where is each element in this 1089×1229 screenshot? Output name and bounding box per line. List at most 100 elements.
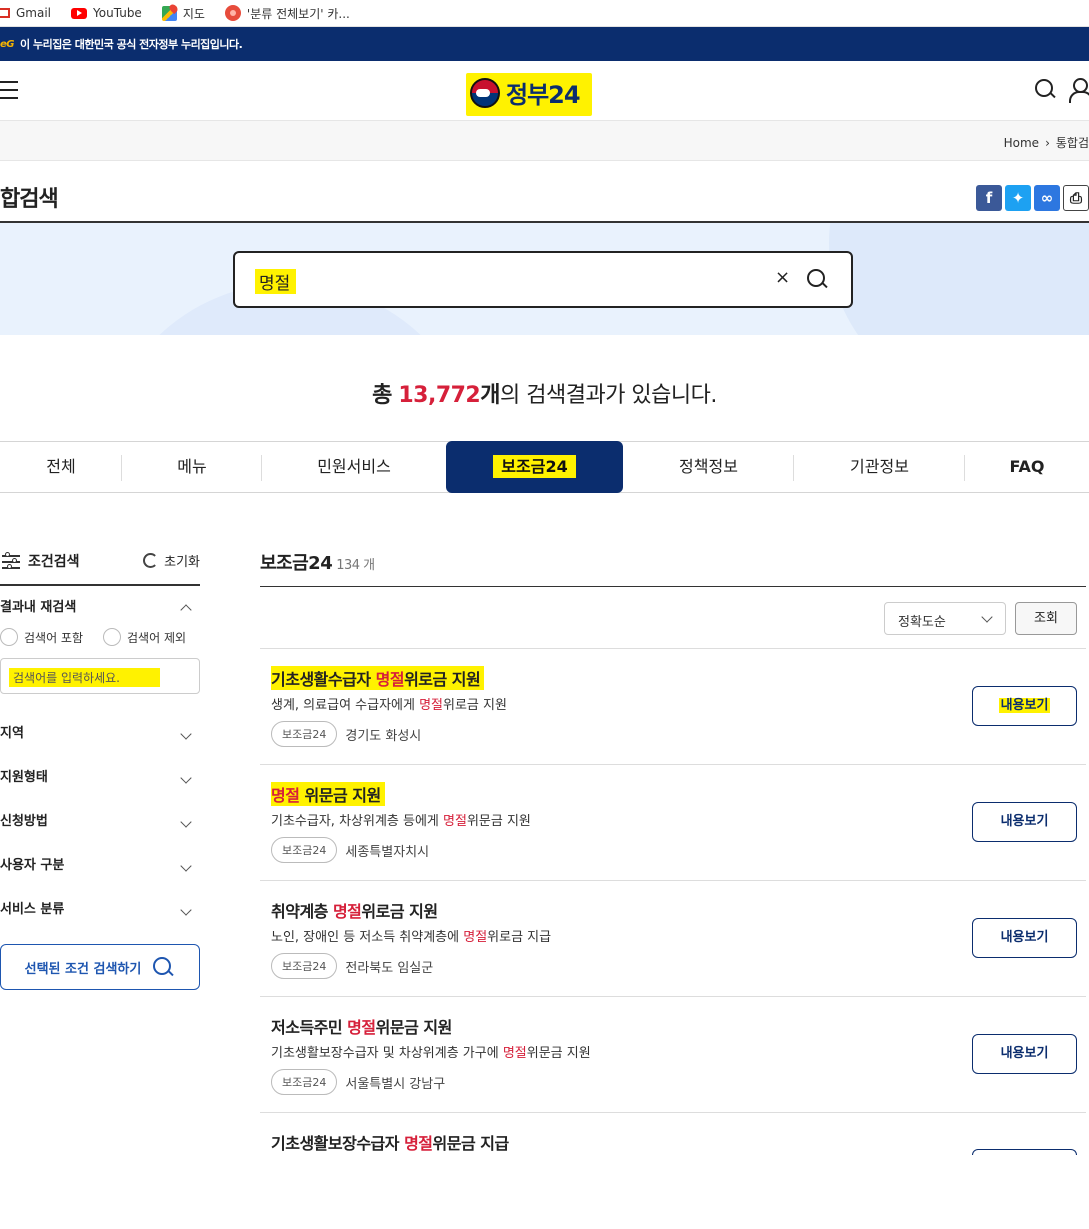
menu-icon[interactable] [0, 81, 18, 99]
region: 전라북도 임실군 [345, 960, 434, 976]
result-title[interactable]: 명절 위문금 지원 [271, 782, 385, 806]
refresh-icon [143, 553, 159, 568]
tab-policy[interactable]: 정책정보 [623, 442, 794, 492]
search-button[interactable]: 조회 [1015, 602, 1077, 635]
tab-faq[interactable]: FAQ [965, 442, 1089, 492]
bookmark-kakao[interactable]: '분류 전체보기' 카... [224, 5, 350, 22]
search-icon[interactable] [1033, 77, 1057, 101]
refine-section: 결과내 재검색 검색어 포함 검색어 제외 검색어를 입력하세요. [0, 586, 200, 694]
search-icon[interactable] [805, 267, 829, 291]
clear-icon[interactable]: × [775, 267, 790, 288]
user-icon[interactable] [1069, 77, 1089, 103]
radio-circle-icon [103, 628, 122, 646]
bookmark-label: Gmail [16, 6, 52, 20]
sort-row: 정확도순 조회 [260, 587, 1086, 649]
apply-filter-button[interactable]: 선택된 조건 검색하기 [0, 944, 200, 990]
category-tag: 보조금24 [271, 1069, 338, 1095]
filter-header: 조건검색 초기화 [0, 520, 200, 586]
share-buttons: f ✦ ∞ ⎙ [976, 185, 1089, 211]
logo-text: 정부24 [506, 81, 581, 109]
result-item: 기초생활수급자 명절위로금 지원 생계, 의료급여 수급자에게 명절위로금 지원… [260, 649, 1086, 765]
filter-support-type[interactable]: 지원형태 [0, 756, 200, 800]
filter-user-type[interactable]: 사용자 구분 [0, 844, 200, 888]
results-panel: 보조금24 134 개 정확도순 조회 기초생활수급자 명절위로금 지원 생계, … [260, 520, 1086, 1229]
result-desc: 기초수급자, 차상위계층 등에게 명절위문금 지원 [271, 814, 531, 829]
apply-label: 선택된 조건 검색하기 [24, 961, 142, 977]
print-icon[interactable]: ⎙ [1063, 185, 1089, 211]
search-icon [151, 955, 175, 979]
maps-icon [161, 5, 177, 21]
filter-region[interactable]: 지역 [0, 712, 200, 756]
site-logo[interactable]: 정부24 [466, 73, 592, 116]
bookmarks-bar: Gmail YouTube 지도 '분류 전체보기' 카... [0, 0, 1089, 27]
link-icon[interactable]: ∞ [1034, 185, 1060, 211]
chevron-down-icon [180, 772, 192, 784]
gov-banner-text[interactable]: 이 누리집은 대한민국 공식 전자정부 누리집입니다. [20, 36, 243, 52]
site-header: 정부24 [0, 61, 1089, 121]
radio-circle-icon [0, 628, 18, 646]
region: 세종특별자치시 [345, 844, 430, 860]
taegeuk-logo-icon [470, 77, 500, 108]
reset-button[interactable]: 초기화 [143, 551, 200, 570]
filter-service-category[interactable]: 서비스 분류 [0, 888, 200, 932]
count-prefix: 총 [372, 383, 392, 408]
gmail-icon [0, 8, 10, 18]
result-item: 명절 위문금 지원 기초수급자, 차상위계층 등에게 명절위문금 지원 보조금2… [260, 765, 1086, 881]
refine-input[interactable]: 검색어를 입력하세요. [0, 658, 200, 694]
result-item: 기초생활보장수급자 명절위문금 지급 [260, 1113, 1086, 1229]
search-query[interactable]: 명절 [255, 269, 297, 294]
bookmark-label: '분류 전체보기' 카... [246, 6, 350, 21]
filter-sidebar: 조건검색 초기화 결과내 재검색 검색어 포함 검색어 제외 검색어를 입력하세… [0, 520, 200, 990]
search-input[interactable]: 명절 × [233, 251, 853, 308]
filter-apply-method[interactable]: 신청방법 [0, 800, 200, 844]
result-item: 저소득주민 명절위문금 지원 기초생활보장수급자 및 차상위계층 가구에 명절위… [260, 997, 1086, 1113]
sort-select[interactable]: 정확도순 [884, 602, 1006, 635]
reset-label: 초기화 [164, 555, 200, 570]
region: 서울특별시 강남구 [345, 1076, 446, 1092]
view-details-button[interactable]: 내용보기 [972, 1034, 1077, 1074]
tab-agency[interactable]: 기관정보 [794, 442, 965, 492]
search-band: 명절 × [0, 223, 1089, 335]
facebook-icon[interactable]: f [976, 185, 1002, 211]
sliders-icon [2, 552, 20, 569]
kakao-icon [224, 5, 241, 21]
twitter-icon[interactable]: ✦ [1005, 185, 1031, 211]
breadcrumb-home[interactable]: Home [1004, 136, 1039, 150]
filter-label: 조건검색 [28, 554, 80, 570]
bookmark-youtube[interactable]: YouTube [71, 6, 142, 20]
youtube-icon [71, 7, 88, 19]
view-details-button[interactable]: 내용보기 [972, 802, 1077, 842]
results-header: 보조금24 134 개 [260, 520, 1086, 587]
category-tabs: 전체 메뉴 민원서비스 보조금24 정책정보 기관정보 FAQ [0, 441, 1089, 493]
bookmark-gmail[interactable]: Gmail [0, 6, 51, 20]
breadcrumb-current[interactable]: 통합검 [1056, 136, 1089, 150]
title-row: 합검색 f ✦ ∞ ⎙ [0, 161, 1089, 223]
result-title[interactable]: 취약계층 명절위로금 지원 [271, 898, 438, 922]
tab-civil-service[interactable]: 민원서비스 [262, 442, 446, 492]
tab-menu[interactable]: 메뉴 [122, 442, 262, 492]
result-title[interactable]: 기초생활수급자 명절위로금 지원 [271, 666, 485, 690]
result-desc: 기초생활보장수급자 및 차상위계층 가구에 명절위문금 지원 [271, 1046, 591, 1061]
chevron-down-icon [180, 904, 192, 916]
results-title: 보조금24 [260, 553, 333, 574]
refine-title[interactable]: 결과내 재검색 [0, 586, 200, 630]
count-suffix: 의 검색결과가 있습니다. [500, 383, 717, 408]
result-title[interactable]: 저소득주민 명절위문금 지원 [271, 1014, 452, 1038]
page-title: 합검색 [0, 187, 59, 212]
chevron-down-icon [180, 728, 192, 740]
bookmark-maps[interactable]: 지도 [161, 5, 205, 22]
radio-include[interactable]: 검색어 포함 [0, 628, 83, 646]
result-title[interactable]: 기초생활보장수급자 명절위문금 지급 [271, 1130, 509, 1154]
count-unit: 개 [480, 383, 500, 408]
tab-all[interactable]: 전체 [0, 442, 122, 492]
category-tag: 보조금24 [271, 837, 338, 863]
tab-subsidy24[interactable]: 보조금24 [446, 441, 623, 493]
result-desc: 생계, 의료급여 수급자에게 명절위로금 지원 [271, 698, 507, 713]
refine-placeholder: 검색어를 입력하세요. [9, 668, 160, 687]
chevron-right-icon: › [1045, 136, 1050, 150]
radio-exclude[interactable]: 검색어 제외 [103, 628, 186, 646]
view-details-button[interactable]: 내용보기 [972, 918, 1077, 958]
count-number: 13,772 [398, 383, 481, 408]
view-details-button[interactable] [972, 1149, 1077, 1155]
view-details-button[interactable]: 내용보기 [972, 686, 1077, 726]
